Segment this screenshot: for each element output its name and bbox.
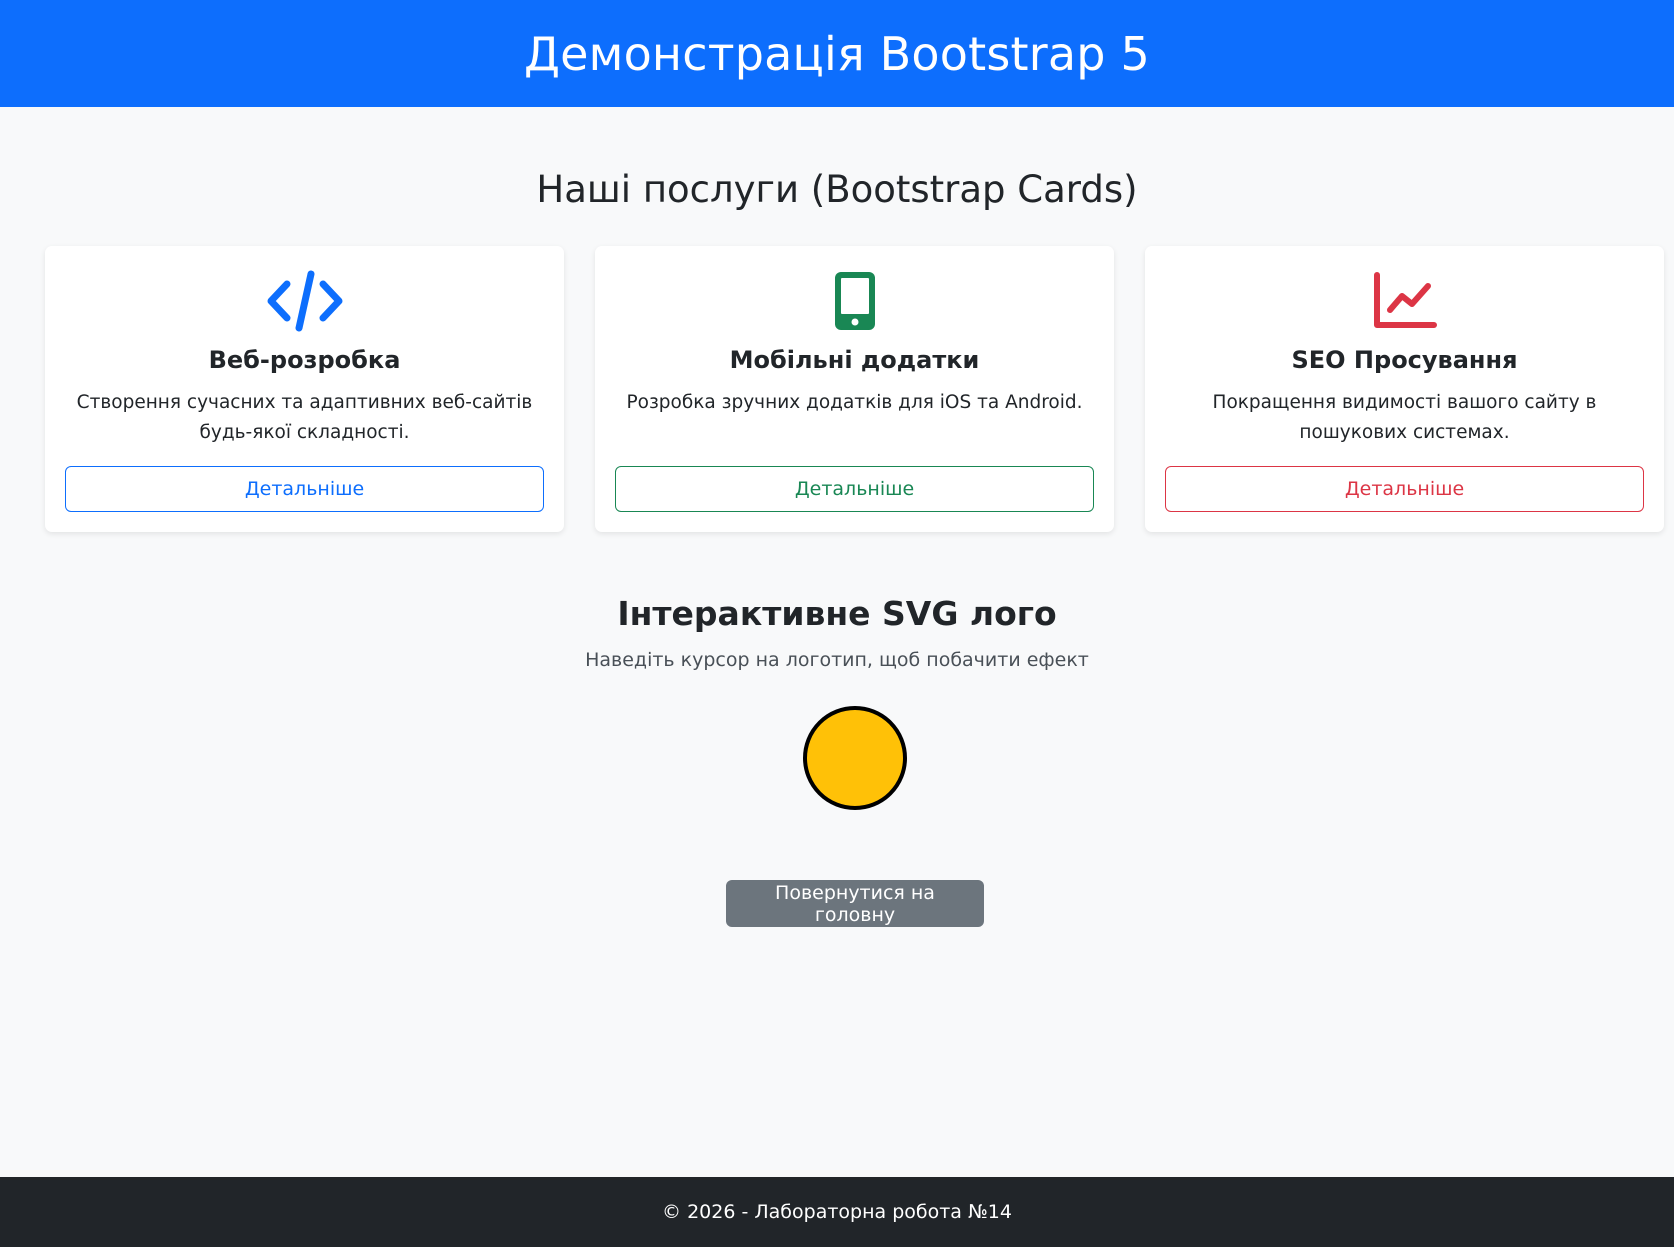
- svg-logo-heading: Інтерактивне SVG лого: [617, 594, 1057, 633]
- card-text: Розробка зручних додатків для iOS та And…: [626, 392, 1083, 413]
- card-title: Мобільні додатки: [729, 346, 980, 374]
- footer-text: © 2026 - Лабораторна робота №14: [662, 1201, 1012, 1223]
- card-title: SEO Просування: [1291, 346, 1518, 374]
- service-card-mobile: Мобільні додатки Розробка зручних додатк…: [595, 246, 1114, 532]
- service-card-seo: SEO Просування Покращення видимості вашо…: [1145, 246, 1664, 532]
- interactive-logo[interactable]: [802, 705, 908, 811]
- svg-logo-subtitle: Наведіть курсор на логотип, щоб побачити…: [585, 649, 1089, 671]
- card-text: Створення сучасних та адаптивних веб-сай…: [76, 392, 533, 443]
- phone-icon: [595, 266, 1114, 336]
- chart-icon: [1145, 266, 1664, 336]
- details-button-web[interactable]: Детальніше: [65, 466, 544, 512]
- code-icon: [45, 266, 564, 336]
- service-card-web: Веб-розробка Створення сучасних та адапт…: [45, 246, 564, 532]
- card-title: Веб-розробка: [208, 346, 401, 374]
- services-heading: Наші послуги (Bootstrap Cards): [536, 168, 1138, 211]
- details-button-mobile[interactable]: Детальніше: [615, 466, 1094, 512]
- details-button-seo[interactable]: Детальніше: [1165, 466, 1644, 512]
- page-footer: © 2026 - Лабораторна робота №14: [0, 1177, 1674, 1247]
- page-title: Демонстрація Bootstrap 5: [524, 26, 1150, 81]
- card-text: Покращення видимості вашого сайту в пошу…: [1212, 392, 1597, 443]
- back-home-button[interactable]: Повернутися на головну: [726, 880, 984, 927]
- page-header: Демонстрація Bootstrap 5: [0, 0, 1674, 107]
